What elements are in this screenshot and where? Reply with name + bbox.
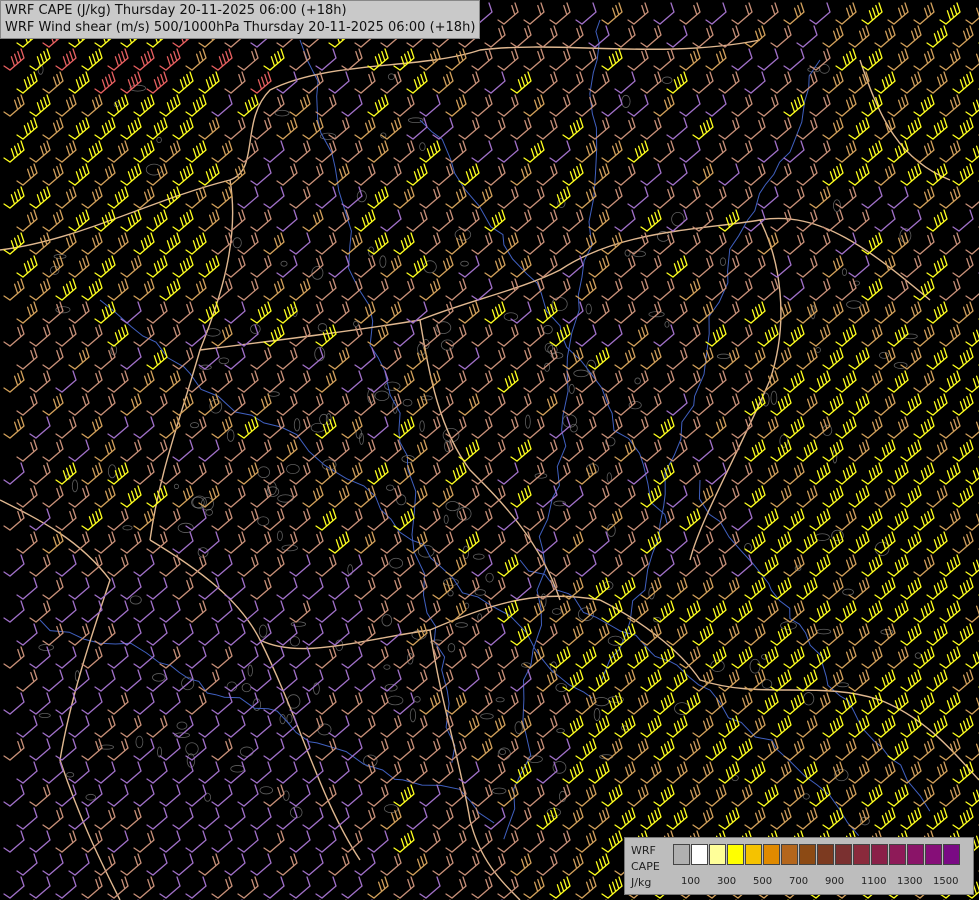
- legend-swatch: [889, 844, 906, 865]
- shear-title: WRF Wind shear (m/s) 500/1000hPa Thursda…: [5, 20, 476, 35]
- legend-swatch: [709, 844, 726, 865]
- legend-unit-label: J/kg: [631, 876, 652, 889]
- legend-tick-label: 700: [789, 876, 809, 887]
- legend-swatch: [853, 844, 870, 865]
- legend-model-label: WRF: [631, 844, 656, 857]
- wind-shear-map: [0, 0, 979, 900]
- legend-tick-label: 1300: [897, 876, 923, 887]
- legend-swatch: [799, 844, 816, 865]
- legend-swatch: [835, 844, 852, 865]
- legend-tick-label: 300: [717, 876, 737, 887]
- cape-legend: WRF CAPE J/kg 100 300 500 700 900 1100 1300 150…: [624, 837, 974, 895]
- legend-tick-label: 1500: [933, 876, 959, 887]
- legend-swatch: [907, 844, 924, 865]
- legend-tick-label: 900: [825, 876, 845, 887]
- legend-color-scale: [673, 844, 961, 865]
- legend-swatch: [943, 844, 960, 865]
- legend-tick-label: 500: [753, 876, 773, 887]
- legend-swatch: [745, 844, 762, 865]
- legend-tick-label: 100: [681, 876, 701, 887]
- legend-swatch: [673, 844, 690, 865]
- legend-swatch: [781, 844, 798, 865]
- legend-swatch: [925, 844, 942, 865]
- legend-field-label: CAPE: [631, 860, 660, 873]
- map-title-box: WRF CAPE (J/kg) Thursday 20-11-2025 06:0…: [0, 0, 481, 39]
- legend-swatch: [727, 844, 744, 865]
- legend-tick-label: 1100: [861, 876, 887, 887]
- cape-title: WRF CAPE (J/kg) Thursday 20-11-2025 06:0…: [5, 3, 347, 18]
- legend-swatch: [763, 844, 780, 865]
- legend-swatch: [817, 844, 834, 865]
- legend-swatch: [871, 844, 888, 865]
- legend-swatch: [691, 844, 708, 865]
